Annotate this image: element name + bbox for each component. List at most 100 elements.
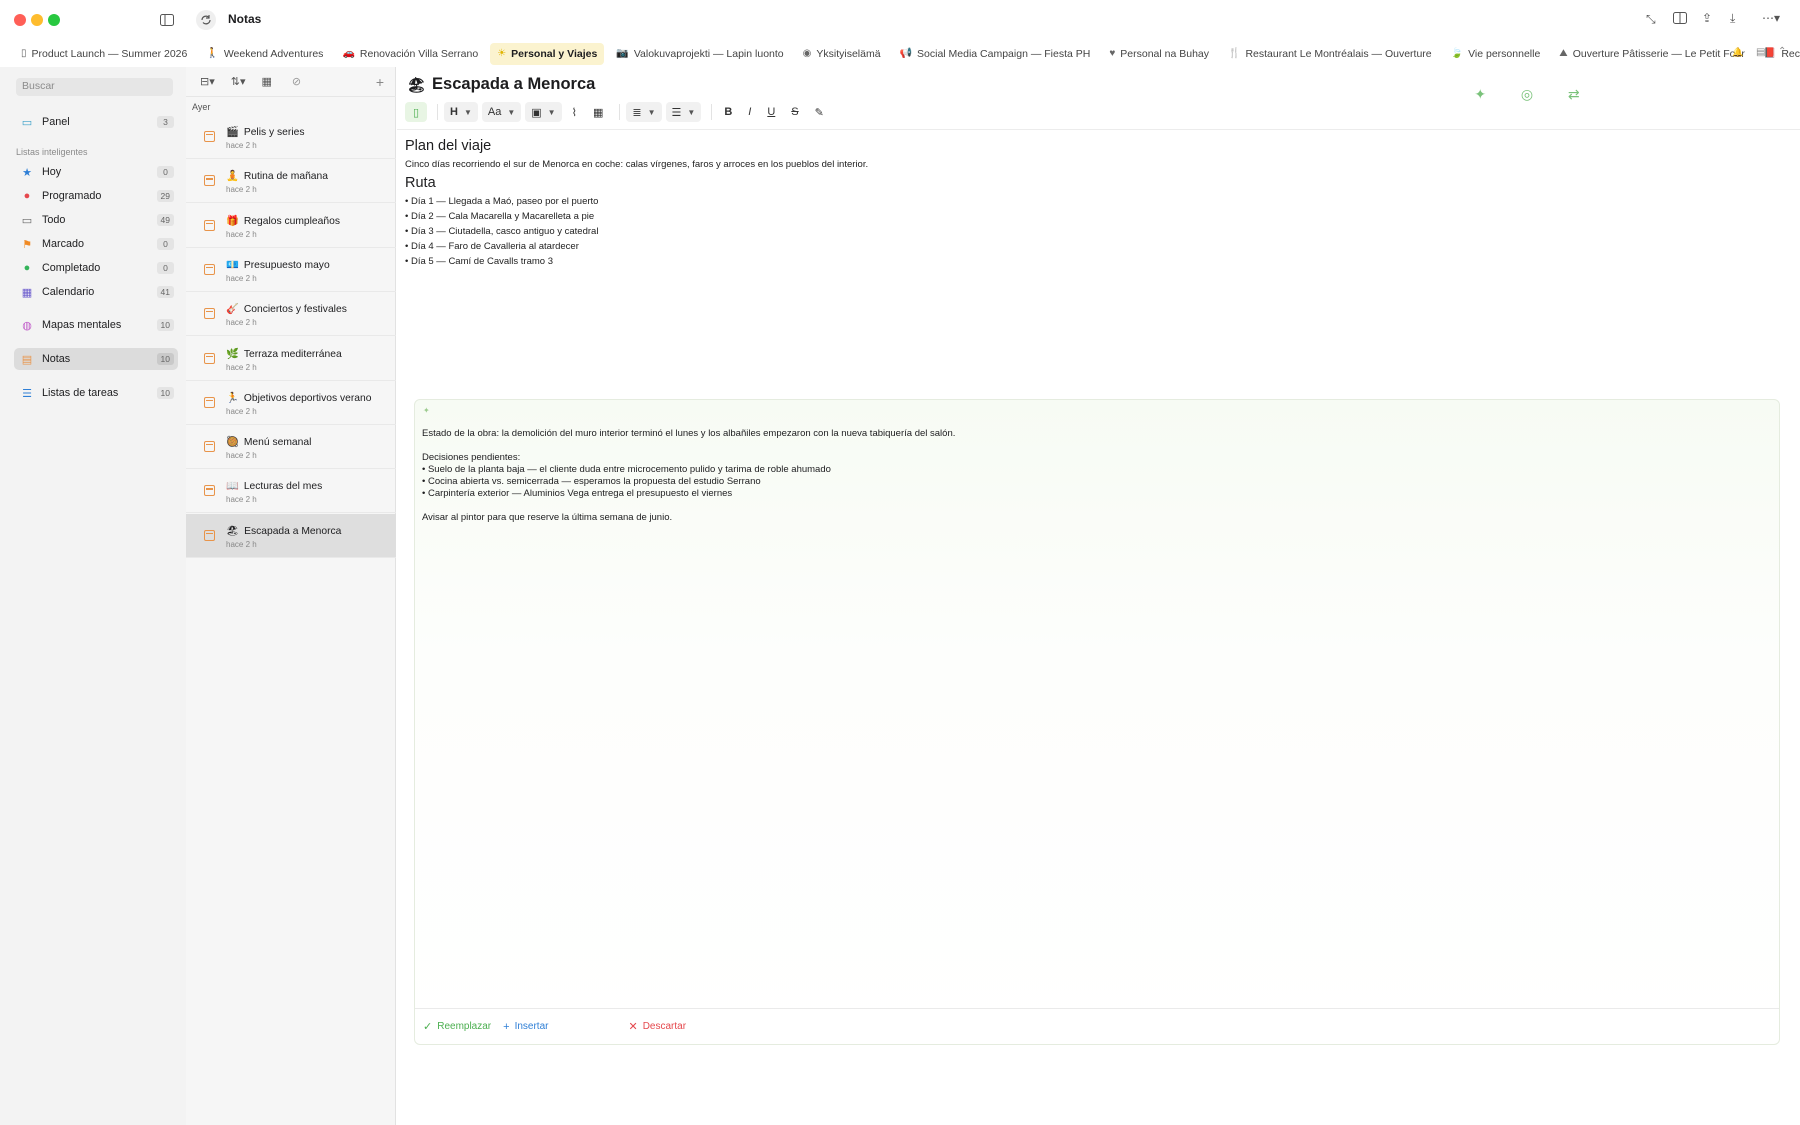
list-item[interactable]: 🎁 Regalos cumpleaños hace 2 h xyxy=(186,204,396,248)
note-list-toolbar: ⊟▾ ⇅▾ ▦ ⊘ + xyxy=(186,67,396,97)
smart-lists-heading: Listas inteligentes xyxy=(16,147,88,157)
highlighter-icon[interactable]: ✎ xyxy=(809,102,830,122)
tab-0[interactable]: ▯ Product Launch — Summer 2026 xyxy=(14,43,194,65)
sidebar-item-panel[interactable]: ▭ Panel 3 xyxy=(14,111,178,133)
more-icon[interactable]: ⋯▾ xyxy=(1762,11,1780,25)
bold-button[interactable]: B xyxy=(718,102,738,122)
underline-button[interactable]: U xyxy=(761,102,781,122)
list-dropdown[interactable]: ☰ ▼ xyxy=(665,102,702,122)
note-title[interactable]: 🏖 Escapada a Menorca xyxy=(407,75,595,94)
note-icon xyxy=(204,131,215,142)
chevron-up-icon[interactable]: ⌃ xyxy=(1778,46,1786,57)
document-icon: ▯ xyxy=(21,48,27,59)
ai-suggestion-panel: ✦ Estado de la obra: la demolición del m… xyxy=(414,399,1780,1045)
sidebar-item-marcado[interactable]: ⚑ Marcado 0 xyxy=(14,233,178,255)
expand-icon[interactable]: ⤡ xyxy=(1646,12,1656,27)
insert-label: Insertar xyxy=(514,1021,549,1032)
tab-bar: ▯ Product Launch — Summer 2026 🚶 Weekend Ad… xyxy=(0,40,1800,67)
brain-icon[interactable]: ◎ xyxy=(1521,86,1533,103)
heading-plan: Plan del viaje xyxy=(405,138,492,154)
sync-icon[interactable] xyxy=(196,10,216,30)
check-filter-icon[interactable]: ⊘ xyxy=(292,75,301,88)
sidebar-item-label: Panel xyxy=(42,116,70,128)
sidebar-item-completado[interactable]: ● Completado 0 xyxy=(14,257,178,279)
heading-dropdown[interactable]: H ▼ xyxy=(444,102,478,122)
bell-icon[interactable]: 🔔 xyxy=(1732,47,1743,58)
note-timestamp: hace 2 h xyxy=(226,229,257,239)
share-icon[interactable]: ⇪ xyxy=(1702,11,1712,25)
sidebar-item-calendario[interactable]: ▦ Calendario 41 xyxy=(14,281,178,303)
download-icon[interactable]: ⤓ xyxy=(1730,11,1735,26)
count-badge: 41 xyxy=(156,286,174,298)
insert-button[interactable]: + Insertar xyxy=(503,1021,548,1033)
sidebar-item-hoy[interactable]: ★ Hoy 0 xyxy=(14,161,178,183)
align-dropdown[interactable]: ≣ ▼ xyxy=(626,102,662,122)
sort-icon[interactable]: ⇅▾ xyxy=(231,75,246,88)
discard-button[interactable]: ✕ Descartar xyxy=(628,1020,686,1033)
sidebar-item-label: Hoy xyxy=(42,166,62,178)
list-item[interactable]: 🎸 Conciertos y festivales hace 2 h xyxy=(186,292,396,337)
tab-7[interactable]: ♥ Personal na Buhay xyxy=(1102,43,1216,65)
tab-2[interactable]: 🚗 Renovación Villa Serrano xyxy=(335,43,485,65)
heading-route: Ruta xyxy=(405,175,436,191)
star-icon: ★ xyxy=(22,166,32,179)
note-body[interactable]: Plan del viaje Cinco días recorriendo el… xyxy=(405,137,1405,269)
minimize-window-button[interactable] xyxy=(31,14,43,26)
image-dropdown[interactable]: ▣ ▼ xyxy=(525,102,562,122)
note-emoji: 🥘 xyxy=(226,437,239,449)
sidebar-item-mindmaps[interactable]: ◍ Mapas mentales 10 xyxy=(14,314,178,336)
note-emoji: 🌿 xyxy=(226,348,239,360)
tab-8[interactable]: 🍴 Restaurant Le Montréalais — Ouverture xyxy=(1221,43,1439,65)
list-item[interactable]: 🌿 Terraza mediterránea hace 2 h xyxy=(186,337,396,381)
formatting-toolbar: ▯ H ▼ Aa ▼ ▣ ▼ ⌇ ▦ ≣ ▼ ☰ ▼ B I U S ✎ xyxy=(405,101,834,123)
tab-6[interactable]: 📢 Social Media Campaign — Fiesta PH xyxy=(893,43,1098,65)
note-emoji: 🏖 xyxy=(226,525,240,537)
list-item[interactable]: 📖 Lecturas del mes hace 2 h xyxy=(186,469,396,514)
sparkle-icon[interactable]: ✦ xyxy=(1474,86,1486,103)
close-window-button[interactable] xyxy=(14,14,26,26)
hiking-icon: 🚶 xyxy=(206,48,219,59)
tab-9[interactable]: 🍃 Vie personnelle xyxy=(1444,43,1548,65)
italic-button[interactable]: I xyxy=(742,102,757,122)
megaphone-icon: 📢 xyxy=(899,48,913,59)
sidebar-item-task-lists[interactable]: ☰ Listas de tareas 10 xyxy=(14,382,178,404)
inbox-filter-icon[interactable]: ⊟▾ xyxy=(200,75,215,88)
search-input[interactable]: Buscar xyxy=(16,78,173,96)
note-emoji: 🏃 xyxy=(226,392,239,404)
note-title: 🥘 Menú semanal xyxy=(226,435,311,448)
heart-icon: ♥ xyxy=(1109,48,1116,59)
tab-10[interactable]: ⛰ Ouverture Pâtisserie — Le Petit Four xyxy=(1552,43,1752,65)
zoom-window-button[interactable] xyxy=(48,14,60,26)
sidebar-item-notes[interactable]: ▤ Notas 10 xyxy=(14,348,178,370)
add-note-icon[interactable]: + xyxy=(376,74,384,90)
list-item[interactable]: 💶 Presupuesto mayo hace 2 h xyxy=(186,248,396,292)
sidebar-item-label: Calendario xyxy=(42,286,95,298)
sidebar-item-programado[interactable]: ● Programado 29 xyxy=(14,185,178,207)
list-item[interactable]: 🎬 Pelis y series hace 2 h xyxy=(186,115,396,159)
tabs-overview-icon[interactable]: ▤ xyxy=(1756,47,1765,58)
tab-1[interactable]: 🚶 Weekend Adventures xyxy=(199,43,330,65)
count-badge: 0 xyxy=(157,238,174,250)
list-item[interactable]: 🏖 Escapada a Menorca hace 2 h xyxy=(186,513,396,558)
attachment-icon[interactable]: ⌇ xyxy=(566,102,583,122)
list-item[interactable]: 🥘 Menú semanal hace 2 h xyxy=(186,425,396,470)
document-icon[interactable]: ▯ xyxy=(405,102,427,122)
note-icon xyxy=(204,485,215,497)
strikethrough-button[interactable]: S xyxy=(785,102,804,122)
translate-icon[interactable]: ⇄ xyxy=(1568,86,1580,103)
view-mode-icon[interactable]: ▦ xyxy=(262,75,272,88)
font-dropdown[interactable]: Aa ▼ xyxy=(481,102,522,122)
replace-button[interactable]: ✓ Reemplazar xyxy=(423,1020,491,1033)
note-timestamp: hace 2 h xyxy=(226,539,257,549)
tab-3[interactable]: ☀ Personal y Viajes xyxy=(490,42,605,65)
list-item[interactable]: 🧘 Rutina de mañana hace 2 h xyxy=(186,159,396,204)
sidebar-item-label: Todo xyxy=(42,214,66,226)
split-view-icon[interactable] xyxy=(1673,12,1687,24)
sidebar-toggle-icon[interactable] xyxy=(158,12,176,28)
note-title-text: Escapada a Menorca xyxy=(432,75,596,93)
sidebar-item-todo[interactable]: ▭ Todo 49 xyxy=(14,209,178,231)
tab-4[interactable]: 📷 Valokuvaprojekti — Lapin luonto xyxy=(609,43,790,65)
tab-5[interactable]: ◉ Yksityiselämä xyxy=(796,43,888,65)
table-icon[interactable]: ▦ xyxy=(587,102,609,122)
list-item[interactable]: 🏃 Objetivos deportivos verano hace 2 h xyxy=(186,381,396,425)
